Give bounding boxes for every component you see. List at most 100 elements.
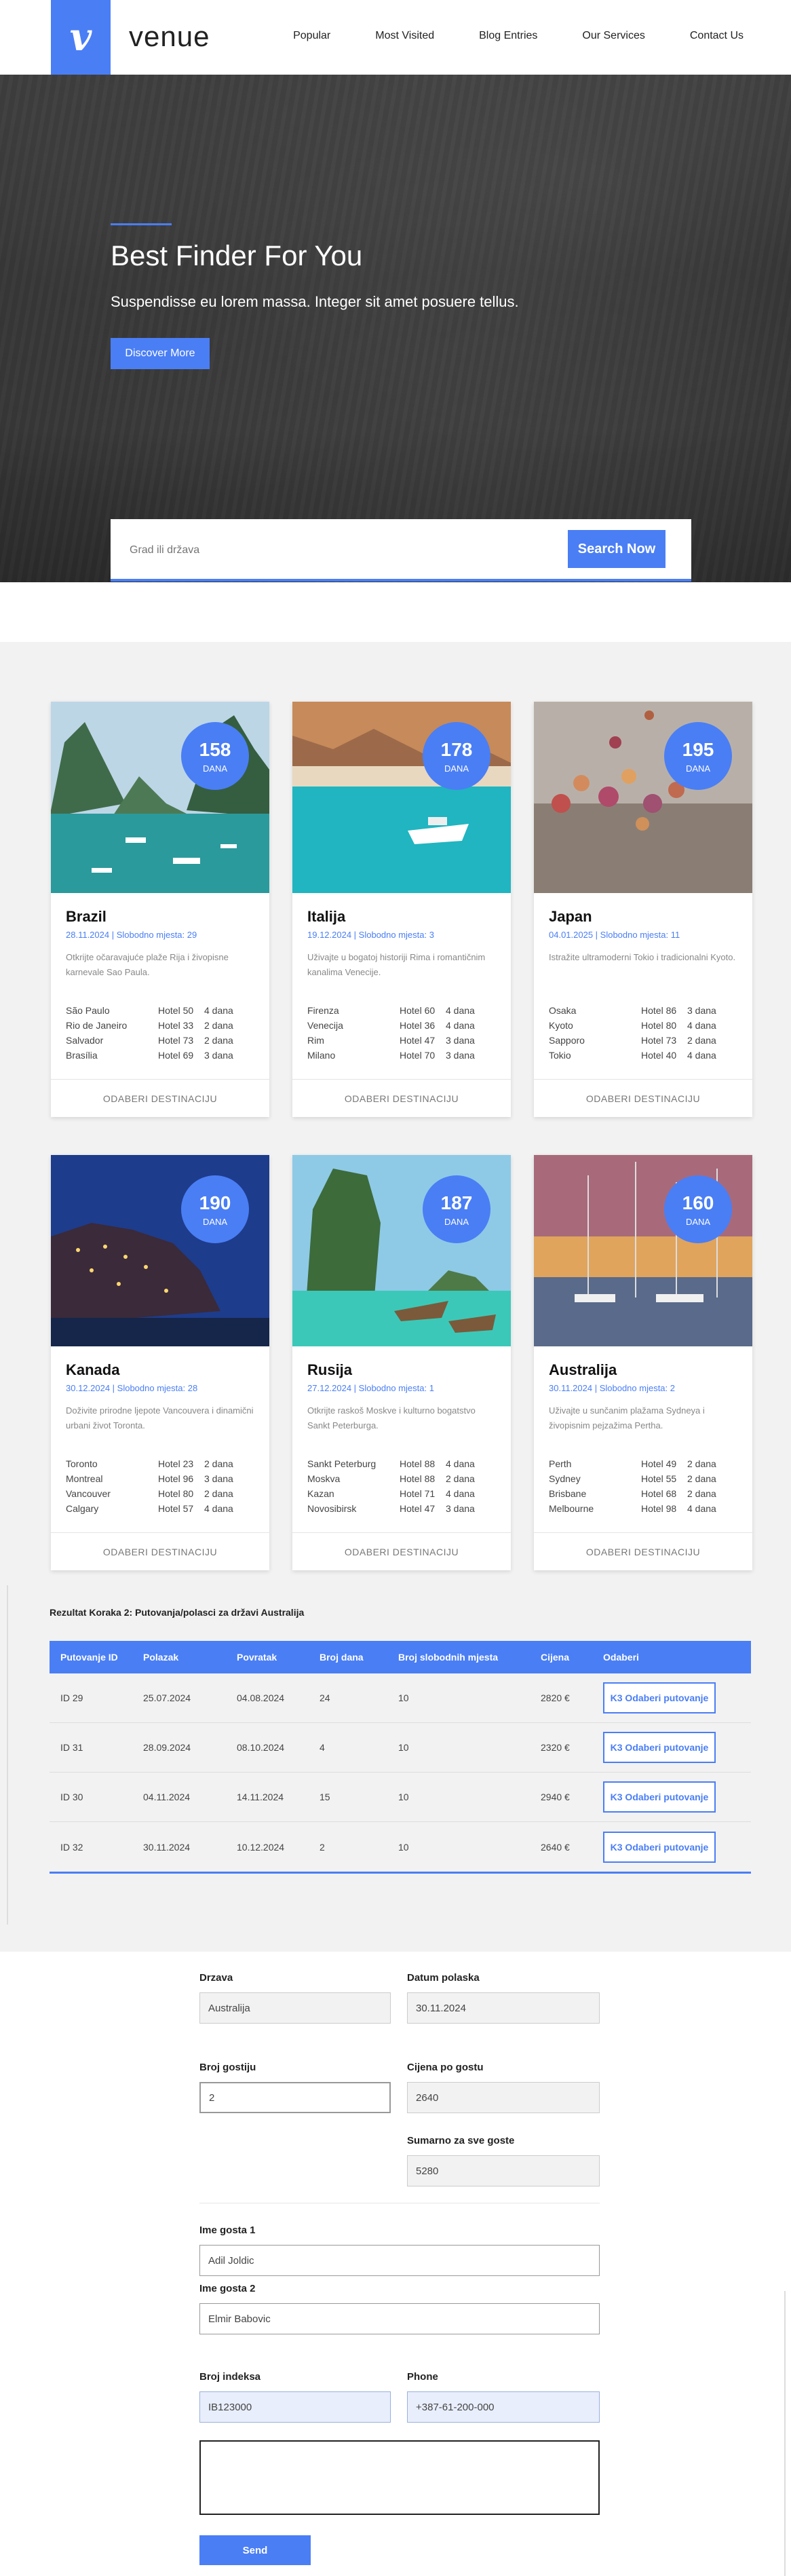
days-badge: 190 DANA [181, 1175, 249, 1243]
country-field[interactable]: Australija [199, 1992, 391, 2024]
card-description: Doživite prirodne ljepote Vancouvera i d… [66, 1405, 254, 1431]
hero-accent-line [111, 223, 172, 225]
hero-title: Best Finder For You [111, 240, 363, 271]
destination-card: 160 DANA Australija 30.11.2024 | Slobodn… [534, 1155, 752, 1570]
city-row: Moskva Hotel 88 2 dana [307, 1473, 475, 1484]
city-row: Brasília Hotel 69 3 dana [66, 1050, 233, 1061]
hero-banner: Best Finder For You Suspendisse eu lorem… [0, 75, 791, 582]
choose-destination-button[interactable]: ODABERI DESTINACIJU [292, 1532, 511, 1570]
card-city-list: Perth Hotel 49 2 dana Sydney Hotel 55 2 dana… [549, 1456, 739, 1516]
departure-date-field[interactable]: 30.11.2024 [407, 1992, 600, 2024]
city-row: São Paulo Hotel 50 4 dana [66, 1005, 233, 1016]
card-meta: 19.12.2024 | Slobodno mjesta: 3 [307, 930, 434, 940]
card-image: 190 DANA [51, 1155, 269, 1346]
card-city-list: Sankt Peterburg Hotel 88 4 dana Moskva Hote… [307, 1456, 497, 1516]
city-row: Calgary Hotel 57 4 dana [66, 1503, 233, 1514]
card-title: Australija [549, 1361, 617, 1378]
destination-card: 190 DANA Kanada 30.12.2024 | Slobodno mj… [51, 1155, 269, 1570]
guest-2-field[interactable]: Elmir Babovic [199, 2303, 600, 2334]
results-table: Putovanje ID Polazak Povratak Broj dana … [50, 1641, 751, 1874]
days-badge: 195 DANA [664, 722, 732, 790]
index-number-label: Broj indeksa [199, 2371, 261, 2383]
city-row: Salvador Hotel 73 2 dana [66, 1035, 233, 1046]
results-title: Rezultat Koraka 2: Putovanja/polasci za … [50, 1607, 305, 1618]
city-row: Sapporo Hotel 73 2 dana [549, 1035, 716, 1046]
departure-date-label: Datum polaska [407, 1972, 480, 1984]
card-meta: 30.12.2024 | Slobodno mjesta: 28 [66, 1383, 198, 1393]
nav-popular[interactable]: Popular [293, 30, 330, 42]
card-city-list: Osaka Hotel 86 3 dana Kyoto Hotel 80 4 dana … [549, 1003, 739, 1063]
city-row: Sankt Peterburg Hotel 88 4 dana [307, 1458, 475, 1469]
card-title: Japan [549, 908, 592, 925]
hero-subtitle: Suspendisse eu lorem massa. Integer sit … [111, 293, 519, 310]
card-title: Kanada [66, 1361, 120, 1378]
select-trip-button[interactable]: K3 Odaberi putovanje [603, 1831, 716, 1863]
days-badge: 178 DANA [423, 722, 490, 790]
city-row: Milano Hotel 70 3 dana [307, 1050, 475, 1061]
card-title: Rusija [307, 1361, 353, 1378]
table-row: ID 31 28.09.2024 08.10.2024 4 10 2320 € … [50, 1723, 751, 1773]
guest-1-field[interactable]: Adil Joldic [199, 2245, 600, 2276]
total-field[interactable]: 5280 [407, 2155, 600, 2186]
total-label: Sumarno za sve goste [407, 2135, 515, 2146]
select-trip-button[interactable]: K3 Odaberi putovanje [603, 1781, 716, 1813]
card-image: 178 DANA [292, 702, 511, 893]
card-image: 158 DANA [51, 702, 269, 893]
hero-background-image [0, 75, 791, 582]
guest-1-label: Ime gosta 1 [199, 2224, 256, 2236]
column-header: Putovanje ID [60, 1652, 118, 1663]
table-header: Putovanje ID Polazak Povratak Broj dana … [50, 1641, 751, 1673]
search-now-button[interactable]: Search Now [568, 530, 665, 568]
destination-card: 187 DANA Rusija 27.12.2024 | Slobodno mj… [292, 1155, 511, 1570]
destination-card: 158 DANA Brazil 28.11.2024 | Slobodno mj… [51, 702, 269, 1117]
phone-field[interactable]: +387-61-200-000 [407, 2391, 600, 2423]
destination-card: 195 DANA Japan 04.01.2025 | Slobodno mje… [534, 702, 752, 1117]
column-header: Broj dana [320, 1652, 364, 1663]
discover-more-button[interactable]: Discover More [111, 338, 210, 369]
card-meta: 30.11.2024 | Slobodno mjesta: 2 [549, 1383, 675, 1393]
choose-destination-button[interactable]: ODABERI DESTINACIJU [534, 1079, 752, 1117]
card-title: Brazil [66, 908, 107, 925]
city-row: Venecija Hotel 36 4 dana [307, 1020, 475, 1031]
card-description: Otkrijte raskoš Moskve i kulturno bogats… [307, 1405, 476, 1431]
site-header: v venue Popular Most Visited Blog Entrie… [0, 0, 791, 75]
select-trip-button[interactable]: K3 Odaberi putovanje [603, 1682, 716, 1713]
choose-destination-button[interactable]: ODABERI DESTINACIJU [534, 1532, 752, 1570]
days-badge: 187 DANA [423, 1175, 490, 1243]
card-image: 187 DANA [292, 1155, 511, 1346]
card-description: Otkrijte očaravajuće plaže Rija i živopi… [66, 952, 229, 978]
nav-contact-us[interactable]: Contact Us [690, 30, 744, 42]
table-row: ID 30 04.11.2024 14.11.2024 15 10 2940 €… [50, 1773, 751, 1822]
nav-blog-entries[interactable]: Blog Entries [479, 30, 537, 42]
logo[interactable]: v [51, 0, 111, 75]
price-per-guest-field[interactable]: 2640 [407, 2082, 600, 2113]
choose-destination-button[interactable]: ODABERI DESTINACIJU [292, 1079, 511, 1117]
city-row: Montreal Hotel 96 3 dana [66, 1473, 233, 1484]
choose-destination-button[interactable]: ODABERI DESTINACIJU [51, 1532, 269, 1570]
message-textarea[interactable] [199, 2440, 600, 2515]
send-button[interactable]: Send [199, 2535, 311, 2565]
card-meta: 28.11.2024 | Slobodno mjesta: 29 [66, 930, 197, 940]
city-row: Perth Hotel 49 2 dana [549, 1458, 716, 1469]
select-trip-button[interactable]: K3 Odaberi putovanje [603, 1732, 716, 1763]
card-description: Uživajte u sunčanim plažama Sydneya i ži… [549, 1405, 705, 1431]
city-row: Osaka Hotel 86 3 dana [549, 1005, 716, 1016]
city-row: Firenza Hotel 60 4 dana [307, 1005, 475, 1016]
card-description: Istražite ultramoderni Tokio i tradicion… [549, 952, 736, 962]
country-label: Drzava [199, 1972, 233, 1984]
brand-name[interactable]: venue [129, 20, 210, 53]
city-row: Rim Hotel 47 3 dana [307, 1035, 475, 1046]
city-row: Kazan Hotel 71 4 dana [307, 1488, 475, 1499]
choose-destination-button[interactable]: ODABERI DESTINACIJU [51, 1079, 269, 1117]
card-city-list: Firenza Hotel 60 4 dana Venecija Hotel 36 4 … [307, 1003, 497, 1063]
logo-icon: v [69, 15, 92, 60]
index-number-field[interactable]: IB123000 [199, 2391, 391, 2423]
nav-most-visited[interactable]: Most Visited [375, 30, 434, 42]
search-input[interactable] [130, 538, 537, 563]
days-badge: 158 DANA [181, 722, 249, 790]
nav-our-services[interactable]: Our Services [582, 30, 644, 42]
city-row: Kyoto Hotel 80 4 dana [549, 1020, 716, 1031]
table-row: ID 32 30.11.2024 10.12.2024 2 10 2640 € … [50, 1822, 751, 1872]
card-image: 160 DANA [534, 1155, 752, 1346]
guests-count-field[interactable]: 2 [199, 2082, 391, 2113]
